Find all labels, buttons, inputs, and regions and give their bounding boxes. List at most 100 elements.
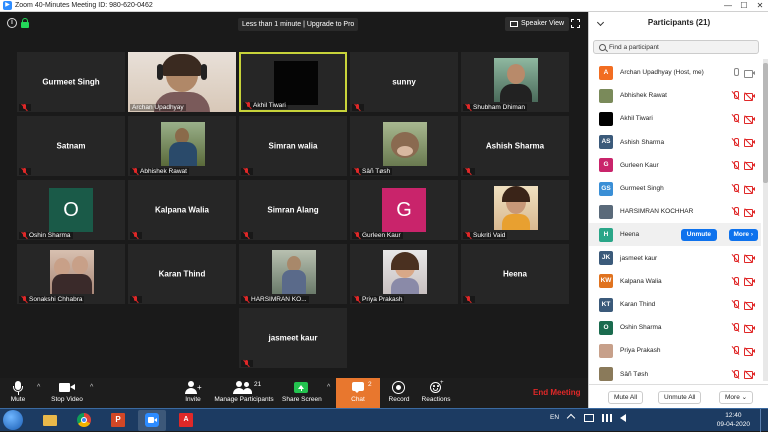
network-icon[interactable]: [602, 414, 612, 422]
participant-name: Gurmeet Singh: [620, 185, 664, 192]
close-button[interactable]: ✕: [752, 0, 768, 12]
chat-button[interactable]: Chat 2: [336, 378, 380, 408]
stop-video-button[interactable]: Stop Video: [50, 380, 84, 403]
participants-panel-footer: Mute All Unmute All More ⌄: [589, 384, 768, 408]
microphone-icon: [6, 380, 30, 395]
maximize-button[interactable]: ☐: [736, 0, 752, 12]
video-tile[interactable]: Archan Upadhyay: [128, 52, 236, 112]
invite-button[interactable]: + Invite: [180, 380, 206, 403]
tile-label-text: Shubham Dhiman: [473, 104, 526, 111]
video-tile[interactable]: O Oshin Sharma: [17, 180, 125, 240]
video-tile[interactable]: Sâñ Tøsh: [350, 116, 458, 176]
record-icon: [386, 380, 412, 395]
participant-status-icons: [732, 207, 755, 217]
reactions-button[interactable]: + Reactions: [420, 380, 452, 403]
participant-row[interactable]: O Oshin Sharma: [589, 316, 761, 339]
video-tile[interactable]: Simran Alang: [239, 180, 347, 240]
video-on-icon: [744, 69, 755, 78]
tile-label: [463, 296, 475, 303]
more-options-button[interactable]: More ⌄: [719, 391, 754, 404]
participant-row[interactable]: HARSIMRAN KOCHHAR: [589, 200, 761, 223]
end-meeting-button[interactable]: End Meeting: [533, 388, 581, 397]
fullscreen-icon[interactable]: [571, 19, 580, 28]
video-off-icon: [744, 161, 755, 171]
video-tile[interactable]: G Gurleen Kaur: [350, 180, 458, 240]
video-tile[interactable]: Sukriti Vaid: [461, 180, 569, 240]
participant-row[interactable]: Sâñ Tøsh: [589, 363, 761, 386]
video-tile[interactable]: Simran walia: [239, 116, 347, 176]
video-tile[interactable]: Abhishek Rawat: [128, 116, 236, 176]
participant-more-button[interactable]: More ›: [728, 228, 758, 241]
video-tile[interactable]: sunny: [350, 52, 458, 112]
taskbar-acrobat[interactable]: A: [172, 410, 200, 431]
participant-row[interactable]: G Gurleen Kaur: [589, 154, 761, 177]
encryption-lock-icon[interactable]: [21, 18, 29, 28]
show-desktop-button[interactable]: [760, 409, 768, 432]
taskbar-file-explorer[interactable]: [36, 410, 64, 431]
taskbar-powerpoint[interactable]: P: [104, 410, 132, 431]
participant-search-input[interactable]: [609, 43, 749, 51]
title-bar: ▶ Zoom 40-Minutes Meeting ID: 980-620-04…: [0, 0, 768, 12]
volume-icon[interactable]: [620, 414, 626, 422]
action-center-icon[interactable]: [584, 414, 594, 422]
windows-start-icon[interactable]: [3, 410, 23, 430]
taskbar-clock[interactable]: 12:40 09-04-2020: [717, 411, 750, 429]
video-tile[interactable]: Ashish Sharma: [461, 116, 569, 176]
video-tile[interactable]: Karan Thind: [128, 244, 236, 304]
mic-off-icon: [245, 102, 251, 109]
unmute-all-button[interactable]: Unmute All: [658, 391, 702, 404]
tray-expand-icon[interactable]: [566, 413, 576, 423]
clock-date: 09-04-2020: [716, 421, 750, 428]
mute-all-button[interactable]: Mute All: [608, 391, 644, 404]
participant-name: Gurmeet Singh: [42, 77, 100, 87]
taskbar-zoom[interactable]: [138, 410, 166, 431]
participant-row[interactable]: H Heena Unmute More ›: [589, 223, 761, 247]
taskbar-chrome[interactable]: [70, 410, 98, 431]
video-tile-active-speaker[interactable]: Akhil Tiwari: [239, 52, 347, 112]
participant-row[interactable]: Akhil Tiwari: [589, 107, 761, 130]
upgrade-banner[interactable]: Less than 1 minute | Upgrade to Pro: [238, 18, 359, 31]
input-language[interactable]: EN: [550, 414, 559, 421]
participant-list-scrollbar[interactable]: [763, 59, 768, 381]
smiley-icon: +: [420, 380, 452, 395]
tile-label-text: Priya Prakash: [362, 296, 403, 303]
video-tile[interactable]: Shubham Dhiman: [461, 52, 569, 112]
video-tile[interactable]: Satnam: [17, 116, 125, 176]
video-tile[interactable]: Priya Prakash: [350, 244, 458, 304]
search-icon: [599, 43, 606, 51]
participant-row[interactable]: Abhishek Rawat: [589, 84, 761, 107]
participant-status-icons: [732, 346, 755, 356]
participant-row[interactable]: KT Karan Thind: [589, 293, 761, 316]
video-tile[interactable]: Sonakshi Chhabra: [17, 244, 125, 304]
video-options-chevron-icon[interactable]: ^: [90, 384, 93, 391]
mic-off-icon: [132, 168, 138, 175]
video-tile[interactable]: Kalpana Walia: [128, 180, 236, 240]
participant-row[interactable]: AS Ashish Sharma: [589, 131, 761, 154]
manage-participants-button[interactable]: Manage Participants: [212, 380, 276, 403]
participant-row[interactable]: GS Gurmeet Singh: [589, 177, 761, 200]
participant-row[interactable]: JK jasmeet kaur: [589, 247, 761, 270]
mute-button[interactable]: Mute: [6, 380, 30, 403]
participant-row[interactable]: KW Kalpana Walia: [589, 270, 761, 293]
windows-taskbar: P A EN 12:40 09-04-2020: [0, 408, 768, 432]
share-screen-button[interactable]: Share Screen: [282, 380, 322, 403]
participant-name: Satnam: [56, 141, 86, 151]
audio-options-chevron-icon[interactable]: ^: [37, 384, 40, 391]
speaker-view-button[interactable]: Speaker View: [505, 17, 570, 31]
mic-muted-icon: [732, 369, 739, 379]
share-options-chevron-icon[interactable]: ^: [327, 384, 330, 391]
record-button[interactable]: Record: [386, 380, 412, 403]
meeting-info-icon[interactable]: i: [7, 18, 17, 28]
video-tile[interactable]: Gurmeet Singh: [17, 52, 125, 112]
video-tile[interactable]: jasmeet kaur: [239, 308, 347, 368]
participant-row[interactable]: A Archan Upadhyay (Host, me): [589, 61, 761, 84]
participant-row[interactable]: Priya Prakash: [589, 339, 761, 362]
mic-muted-icon: [732, 323, 739, 332]
unmute-participant-button[interactable]: Unmute: [680, 228, 717, 241]
scrollbar-thumb[interactable]: [763, 63, 768, 183]
participant-search-box[interactable]: [593, 40, 759, 54]
video-tile[interactable]: HARSIMRAN KO...: [239, 244, 347, 304]
minimize-button[interactable]: —: [720, 0, 736, 12]
video-tile[interactable]: Heena: [461, 244, 569, 304]
tile-label: HARSIMRAN KO...: [241, 296, 309, 303]
